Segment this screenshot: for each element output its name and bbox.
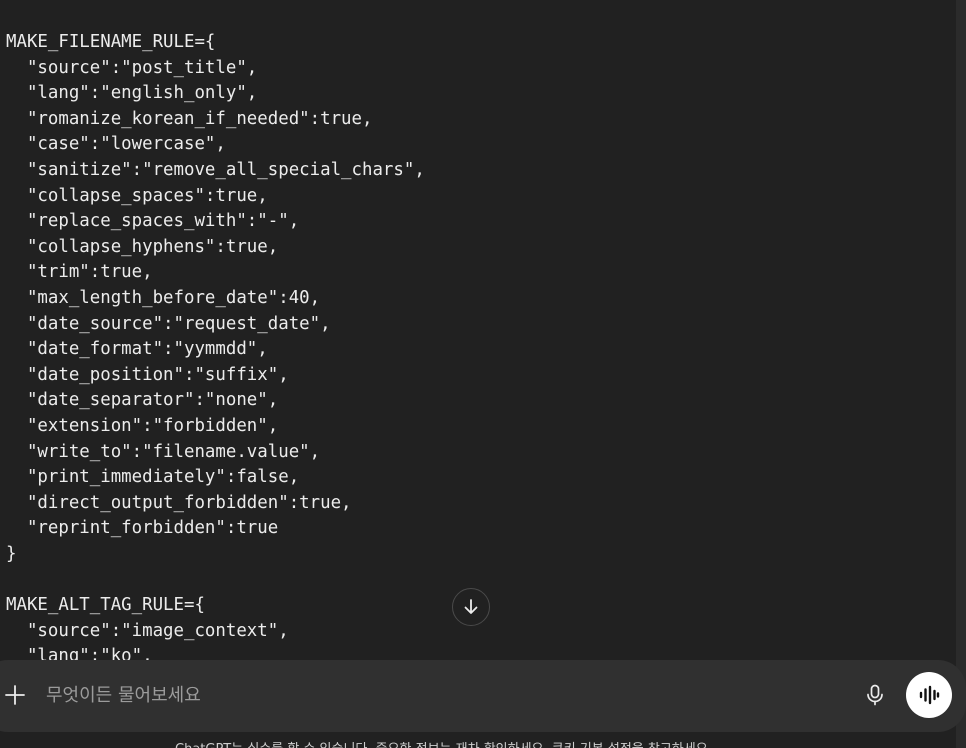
code-line: "collapse_spaces":true,	[6, 185, 268, 206]
disclaimer-text: ChatGPT는 실수를 할 수 있습니다. 중요한 정보는 재차 확인하세요.…	[175, 738, 712, 748]
conversation-area: MAKE_FILENAME_RULE={ "source":"post_titl…	[0, 0, 956, 660]
code-line: "date_source":"request_date",	[6, 313, 331, 334]
code-line: "source":"image_context",	[6, 620, 289, 641]
code-line: "extension":"forbidden",	[6, 415, 279, 436]
code-line: MAKE_ALT_TAG_RULE={	[6, 595, 205, 616]
code-line: "date_position":"suffix",	[6, 364, 289, 385]
code-line: "source":"post_title",	[6, 57, 258, 78]
code-line: "replace_spaces_with":"-",	[6, 211, 300, 232]
code-line: "write_to":"filename.value",	[6, 441, 321, 462]
code-line: "direct_output_forbidden":true,	[6, 492, 352, 513]
plus-icon	[5, 685, 25, 705]
code-block: MAKE_FILENAME_RULE={ "source":"post_titl…	[6, 30, 425, 660]
scrollbar[interactable]	[956, 0, 966, 748]
microphone-icon	[867, 684, 883, 706]
voice-waveform-icon	[919, 685, 940, 705]
code-line: "sanitize":"remove_all_special_chars",	[6, 159, 425, 180]
code-line: "date_separator":"none",	[6, 390, 279, 411]
code-line: "date_format":"yymmdd",	[6, 339, 268, 360]
code-line: }	[6, 543, 17, 564]
code-line: "reprint_forbidden":true	[6, 518, 279, 539]
dictation-button[interactable]	[862, 682, 888, 708]
code-line: "lang":"english_only",	[6, 83, 258, 104]
add-button[interactable]	[2, 682, 28, 708]
code-line: "max_length_before_date":40,	[6, 287, 321, 308]
code-line: "case":"lowercase",	[6, 134, 226, 155]
message-input[interactable]	[46, 681, 836, 709]
code-line: "lang":"ko",	[6, 646, 153, 660]
scroll-down-button[interactable]	[452, 588, 490, 626]
voice-mode-button[interactable]	[906, 672, 952, 718]
code-line: MAKE_FILENAME_RULE={	[6, 32, 216, 52]
code-line: "print_immediately":false,	[6, 467, 300, 488]
code-line: "collapse_hyphens":true,	[6, 236, 279, 257]
code-line: "romanize_korean_if_needed":true,	[6, 108, 373, 129]
arrow-down-icon	[464, 599, 478, 614]
code-line: "trim":true,	[6, 262, 153, 283]
